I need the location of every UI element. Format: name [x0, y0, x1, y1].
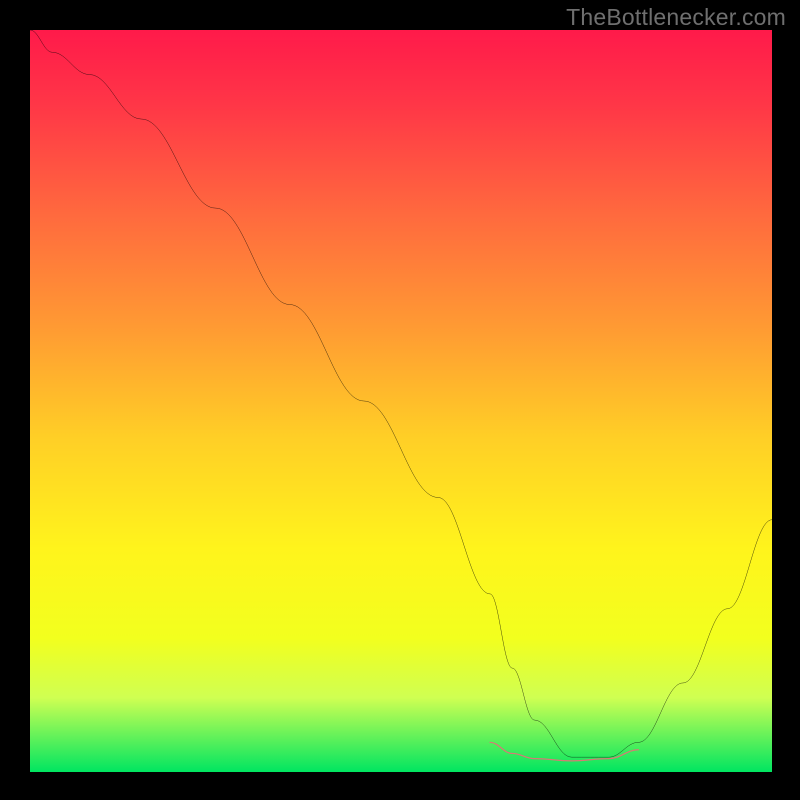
bottleneck-chart [30, 30, 772, 772]
attribution-label: TheBottlenecker.com [566, 4, 786, 31]
heat-background [30, 30, 772, 772]
chart-frame: TheBottlenecker.com [0, 0, 800, 800]
